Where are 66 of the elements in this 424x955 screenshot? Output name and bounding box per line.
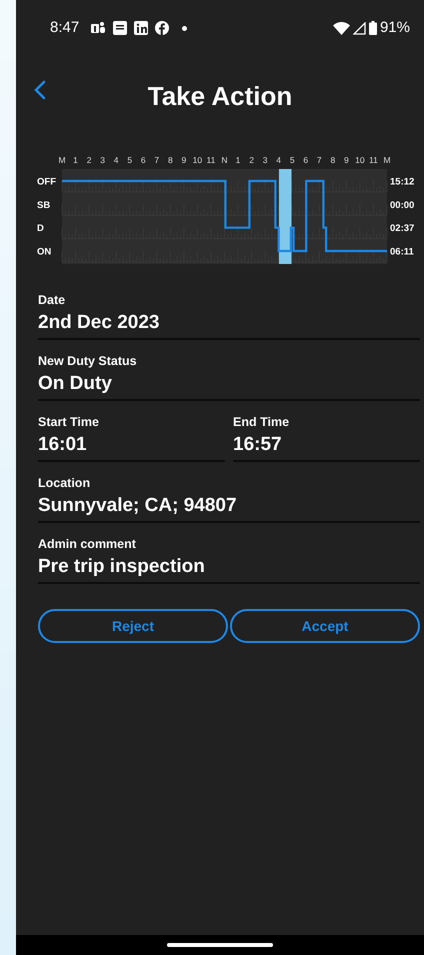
field-label: Date [38,292,66,308]
form-field[interactable]: Location Sunnyvale; CA; 94807 [38,475,420,523]
clock-time: 8:47 [50,18,80,38]
form-field[interactable]: Start Time 16:01 [38,414,225,462]
field-value: Pre trip inspection [38,555,206,579]
hour-label: 7 [154,155,160,165]
action-button[interactable]: Accept [230,609,420,643]
hour-label: M [58,155,66,165]
hour-label: 6 [303,155,308,165]
hour-label: 5 [127,155,132,165]
hour-label: 3 [262,155,268,165]
hour-label: 9 [344,155,349,165]
status-label: D [37,223,44,234]
wifi-icon [332,22,350,34]
signal-icon [352,22,366,34]
battery-icon [368,21,377,35]
hour-label: 5 [290,155,295,165]
form-field[interactable]: Admin comment Pre trip inspection [38,536,420,584]
hour-label: 3 [100,155,105,165]
hour-label: 10 [355,155,365,165]
field-value: 2nd Dec 2023 [38,311,160,335]
page-title: Take Action [148,80,292,112]
back-button[interactable] [32,78,48,102]
status-total: 02:37 [390,223,414,234]
hour-label: 4 [114,155,119,165]
notification-dot-icon [182,26,188,30]
hour-label: 2 [86,155,92,165]
field-label: Start Time [38,414,100,430]
field-value: On Duty [38,372,113,396]
field-label: Admin comment [38,536,137,552]
hour-label: 4 [276,155,282,165]
in-logo-icon [134,21,148,35]
hour-label: 11 [369,155,378,165]
message-icon [113,21,128,35]
action-button[interactable]: Reject [38,609,228,643]
status-total: 15:12 [390,176,414,188]
status-total: 06:11 [390,246,414,258]
hour-label: 6 [140,155,146,165]
field-value: Sunnyvale; CA; 94807 [38,494,238,518]
field-label: New Duty Status [38,353,138,369]
field-label: Location [38,475,92,491]
hour-label: 7 [316,155,322,165]
status-label: OFF [37,176,56,188]
hour-label: 8 [330,155,336,165]
people-icon [91,21,106,35]
status-label: ON [37,246,52,258]
status-label: SB [37,200,50,211]
hour-label: M [383,155,391,165]
home-handle[interactable] [167,943,273,947]
hour-label: 9 [182,155,186,165]
hour-label: 10 [192,155,202,165]
status-total: 00:00 [390,200,414,211]
hour-label: 1 [236,155,240,165]
field-label: End Time [233,414,290,430]
f-logo-icon [155,21,170,35]
field-value: 16:01 [38,433,88,457]
form-field[interactable]: New Duty Status On Duty [38,353,420,401]
field-value: 16:57 [233,433,283,457]
hour-label: 11 [206,155,216,165]
hour-label: N [221,155,228,165]
form-field[interactable]: End Time 16:57 [233,414,420,462]
battery-percent: 91% [380,18,410,38]
form-field[interactable]: Date 2nd Dec 2023 [38,292,420,340]
hour-label: 2 [249,155,254,165]
hour-label: 8 [168,155,173,165]
hour-label: 1 [73,155,78,165]
